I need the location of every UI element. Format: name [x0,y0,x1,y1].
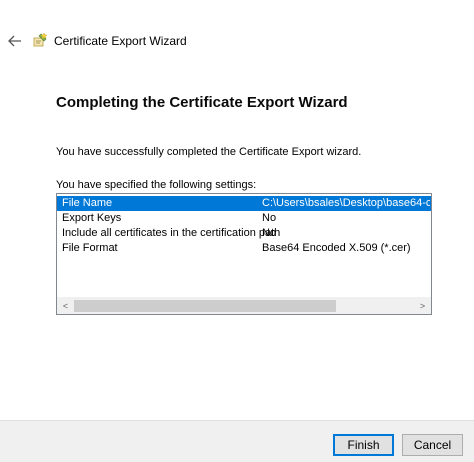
setting-value: Base64 Encoded X.509 (*.cer) [262,242,411,254]
setting-value: No [262,227,277,239]
setting-name: File Format [62,242,118,254]
chevron-left-icon: < [62,301,69,311]
wizard-title: Certificate Export Wizard [54,34,187,48]
scroll-right-button[interactable]: > [414,298,431,314]
chevron-right-icon: > [419,301,426,311]
settings-row-include-all-certificates[interactable]: Include all certificates in the certific… [57,226,431,241]
finish-button[interactable]: Finish [333,434,394,456]
settings-row-export-keys[interactable]: Export Keys No [57,211,431,226]
cancel-button[interactable]: Cancel [402,434,463,456]
setting-name: File Name [62,197,113,209]
certificate-wizard-icon [33,32,48,47]
settings-rows: File Name C:\Users\bsales\Desktop\base64… [57,196,431,256]
settings-row-file-name[interactable]: File Name C:\Users\bsales\Desktop\base64… [57,196,431,211]
button-bar: Finish Cancel [0,420,474,462]
scrollbar-thumb[interactable] [74,300,336,312]
settings-listbox[interactable]: File Name C:\Users\bsales\Desktop\base64… [56,193,432,315]
setting-value: C:\Users\bsales\Desktop\base64-cert. [262,197,430,209]
horizontal-scrollbar[interactable]: < > [57,297,431,314]
completion-message: You have successfully completed the Cert… [56,146,362,158]
back-button[interactable] [6,32,24,50]
certificate-export-wizard-window: Certificate Export Wizard Completing the… [0,0,474,462]
settings-row-file-format[interactable]: File Format Base64 Encoded X.509 (*.cer) [57,241,431,256]
setting-value: No [262,212,277,224]
settings-label: You have specified the following setting… [56,179,257,191]
setting-name: Export Keys [62,212,122,224]
back-arrow-icon [8,35,21,47]
page-heading: Completing the Certificate Export Wizard [56,94,348,111]
setting-name: Include all certificates in the certific… [62,227,281,239]
scroll-left-button[interactable]: < [57,298,74,314]
